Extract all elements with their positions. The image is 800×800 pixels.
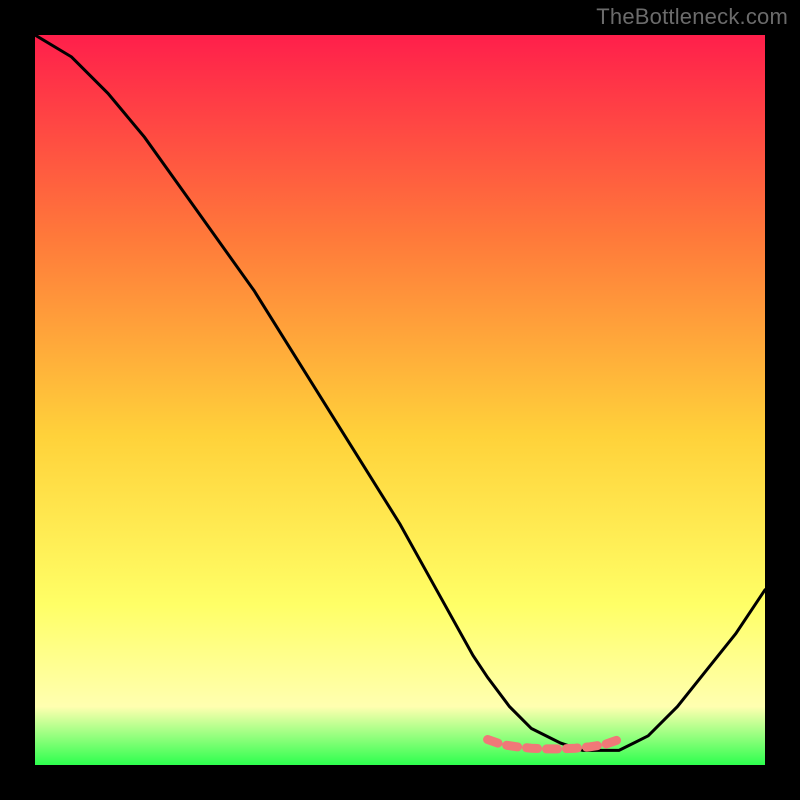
bottleneck-curve — [35, 35, 765, 750]
chart-frame: TheBottleneck.com — [0, 0, 800, 800]
chart-svg — [35, 35, 765, 765]
gradient-background — [35, 35, 765, 765]
plot-area — [35, 35, 765, 765]
optimal-region-marker — [488, 740, 619, 749]
watermark-text: TheBottleneck.com — [596, 4, 788, 30]
